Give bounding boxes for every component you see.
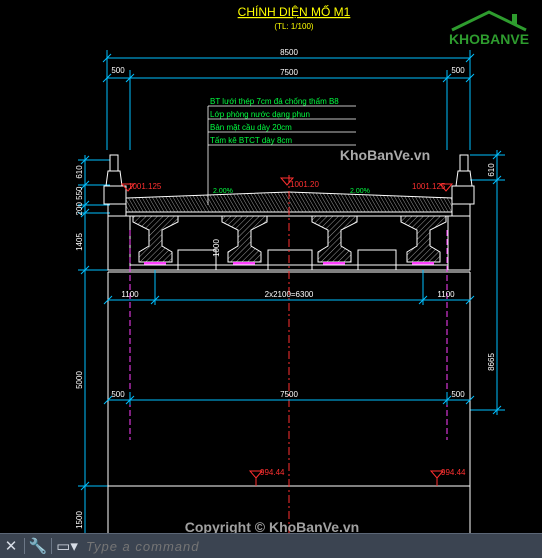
level-left: 1001.125: [128, 182, 162, 191]
dim-500-lower-right: 500: [451, 390, 465, 399]
close-icon[interactable]: ✕: [0, 534, 22, 558]
dim-200-550: 200 550: [75, 186, 84, 215]
separator: [24, 538, 25, 554]
drawing-title: CHÍNH DIỆN MỐ M1: [238, 4, 351, 19]
dim-total: 8500: [280, 48, 298, 57]
note-1: BT lưới thép 7cm đá chống thấm B8: [210, 97, 339, 106]
dim-1000: 1000: [212, 239, 221, 257]
dim-610-right: 610: [487, 163, 496, 177]
level-foot-left: 994.44: [260, 468, 285, 477]
level-center: 1001.20: [290, 180, 319, 189]
slope-left: 2.00%: [213, 188, 233, 195]
dim-610-left: 610: [75, 165, 84, 179]
dim-8665: 8665: [487, 353, 496, 371]
level-right: 1001.125: [412, 182, 446, 191]
note-3: Bản mặt cầu dày 20cm: [210, 123, 292, 132]
drawing-scale: (TL: 1/100): [274, 22, 313, 31]
dim-500-lower-left: 500: [111, 390, 125, 399]
command-bar: ✕ 🔧 ▭▾: [0, 533, 542, 558]
watermark-site: KhoBanVe.vn: [340, 147, 430, 163]
note-2: Lớp phòng nước dạng phun: [210, 110, 310, 119]
command-window-icon[interactable]: ▭▾: [54, 534, 80, 558]
separator: [51, 538, 52, 554]
wrench-icon[interactable]: 🔧: [27, 534, 49, 558]
slope-right: 2.00%: [350, 188, 370, 195]
railing-right: [451, 154, 475, 205]
railing-left: [103, 154, 127, 205]
dim-1100-left: 1100: [121, 290, 139, 299]
dim-7500-lower: 7500: [280, 390, 298, 399]
dim-5000: 5000: [75, 371, 84, 389]
dim-1405: 1405: [75, 233, 84, 251]
dim-1500: 1500: [75, 511, 84, 529]
dim-side-left: 500: [111, 66, 125, 75]
level-markers: [120, 177, 454, 192]
note-4: Tấm kê BTCT dày 8cm: [210, 136, 292, 145]
right-dimensions: [470, 150, 505, 415]
drawing-canvas[interactable]: CHÍNH DIỆN MỐ M1 (TL: 1/100) 8500 500 75…: [0, 0, 542, 557]
dim-middle: 7500: [280, 68, 298, 77]
logo-text: KHOBANVE: [449, 31, 529, 47]
dim-side-right: 500: [451, 66, 465, 75]
level-foot-right: 994.44: [441, 468, 466, 477]
dim-spacing: 2x2100=6300: [265, 290, 314, 299]
dim-1100-right: 1100: [437, 290, 455, 299]
khobanve-logo: KHOBANVE: [449, 10, 529, 47]
command-input[interactable]: [80, 535, 542, 557]
